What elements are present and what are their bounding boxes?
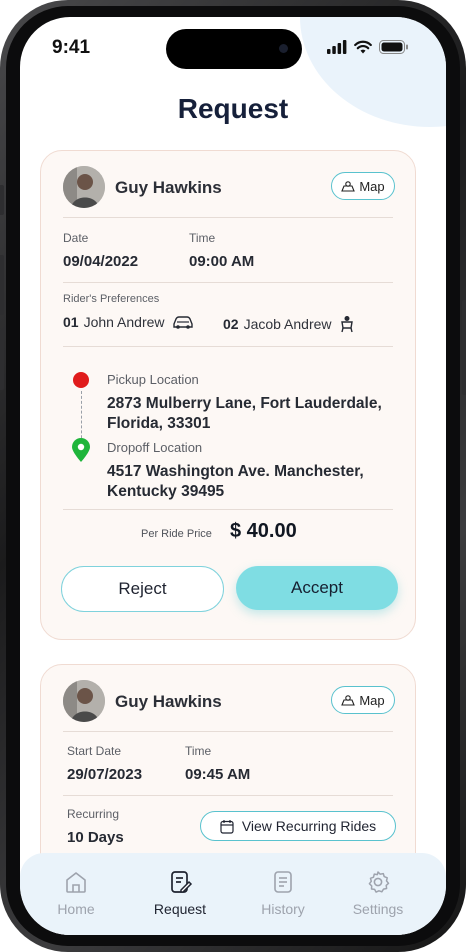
time-label: Time [189,231,216,245]
preference-item: 01 John Andrew [63,314,194,330]
time-value: 09:00 AM [189,253,255,270]
tab-settings[interactable]: Settings [338,869,418,917]
recurring-label: Recurring [67,807,120,821]
start-date-label: Start Date [67,744,122,758]
tab-request[interactable]: Request [140,869,220,917]
dropoff-pin-icon [72,438,90,462]
time-label: Time [185,744,212,758]
car-icon [172,316,193,329]
camera-icon [279,44,288,53]
dropoff-label: Dropoff Location [107,440,203,455]
pickup-label: Pickup Location [107,372,199,387]
status-icons [327,40,409,54]
dropoff-address: 4517 Washington Ave. Manchester, Kentuck… [107,463,364,500]
preference-number: 02 [223,316,239,332]
wifi-icon [354,40,372,54]
map-icon [341,181,356,192]
price-value: $ 40.00 [230,520,297,542]
settings-icon [368,871,390,893]
pickup-dot-icon [73,372,89,388]
price-label: Per Ride Price [141,528,212,540]
divider [63,795,393,796]
dynamic-island [166,29,302,69]
start-date-value: 29/07/2023 [67,766,143,783]
silent-switch [0,185,4,215]
time-value: 09:45 AM [185,766,251,783]
signal-icon [327,40,347,54]
map-button[interactable]: Map [331,172,395,200]
status-time: 9:41 [52,37,91,58]
card-header: Guy Hawkins Map [63,166,395,208]
home-icon [66,872,86,893]
page-title: Request [177,93,289,124]
calendar-icon [220,819,234,834]
bottom-tab-bar: Home Request History Settings [20,853,446,935]
request-icon [171,871,193,893]
avatar [63,680,105,722]
recurring-value: 10 Days [67,829,124,846]
power-button [462,300,466,395]
view-recurring-rides-label: View Recurring Rides [241,818,377,834]
card-header: Guy Hawkins Map [63,680,395,722]
tab-home[interactable]: Home [36,869,116,917]
date-value: 09/04/2022 [63,253,139,270]
accept-button[interactable]: Accept [236,566,398,610]
map-button-label: Map [359,692,385,708]
map-button-label: Map [359,178,385,194]
divider [63,282,393,283]
view-recurring-rides-button[interactable]: View Recurring Rides [200,811,396,841]
map-icon [341,695,356,706]
status-bar: 9:41 [20,17,446,77]
divider [63,731,393,732]
pickup-address: 2873 Mulberry Lane, Fort Lauderdale, Flo… [107,395,382,432]
child-seat-icon [340,316,353,333]
map-button[interactable]: Map [331,686,395,714]
divider [63,217,393,218]
avatar [63,166,105,208]
tab-label: Request [153,901,207,917]
history-icon [274,871,292,893]
date-label: Date [63,231,89,245]
preference-name: Jacob Andrew [243,316,332,332]
preferences-label: Rider's Preferences [63,293,160,305]
volume-up-button [0,255,4,315]
battery-icon [379,40,408,54]
tab-label: History [261,901,305,917]
tab-label: Settings [352,901,404,917]
divider [63,346,393,347]
divider [63,509,393,510]
tab-history[interactable]: History [243,869,323,917]
tab-label: Home [57,901,95,917]
ride-request-card: Guy Hawkins Map Date 09/04/2022 Time 09:… [40,150,416,640]
rider-name: Guy Hawkins [115,692,222,711]
preference-number: 01 [63,314,79,330]
screen: 9:41 Request Guy Hawkins Map Date 09/04/… [20,17,446,935]
rider-name: Guy Hawkins [115,178,222,197]
preference-name: John Andrew [83,314,165,330]
volume-down-button [0,330,4,390]
preference-item: 02 Jacob Andrew [223,315,355,333]
reject-button[interactable]: Reject [61,566,224,612]
